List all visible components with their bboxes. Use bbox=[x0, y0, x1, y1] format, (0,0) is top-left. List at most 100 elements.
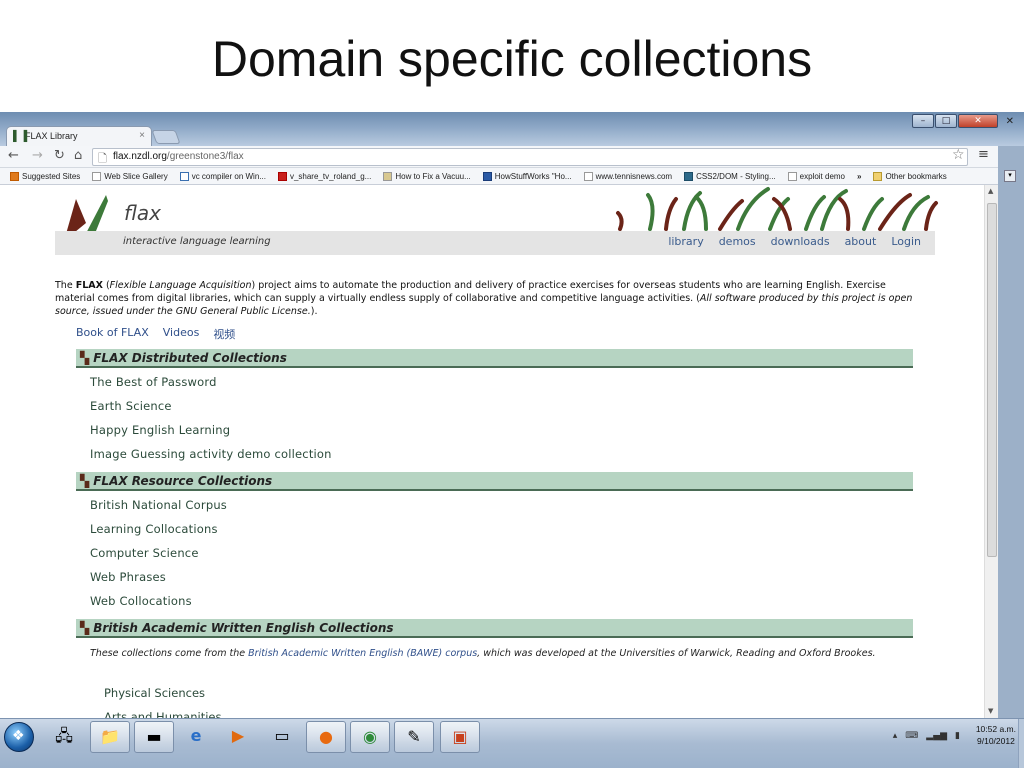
collection-link[interactable]: British National Corpus bbox=[90, 498, 227, 512]
bookmark-item[interactable]: Web Slice Gallery bbox=[92, 171, 168, 181]
menu-icon[interactable]: ≡ bbox=[978, 147, 989, 162]
start-button[interactable] bbox=[4, 722, 34, 752]
nav-login[interactable]: Login bbox=[891, 235, 921, 248]
videos-link[interactable]: Videos bbox=[163, 326, 200, 342]
slide-title: Domain specific collections bbox=[211, 31, 813, 87]
window-icon[interactable]: ▭ bbox=[262, 721, 302, 753]
tab-close-icon[interactable]: × bbox=[139, 130, 145, 141]
signal-icon[interactable]: ▂▄▆ bbox=[926, 731, 947, 741]
clock-time: 10:52 a.m. bbox=[975, 724, 1016, 734]
collection-link[interactable]: Earth Science bbox=[90, 399, 172, 413]
bookmark-label: Suggested Sites bbox=[22, 171, 81, 181]
tab-flax-library[interactable]: ▌▐ FLAX Library × bbox=[6, 126, 152, 147]
firefox-icon[interactable]: ● bbox=[306, 721, 346, 753]
bookmark-icon bbox=[10, 171, 19, 181]
collection-link[interactable]: Image Guessing activity demo collection bbox=[90, 447, 332, 461]
close-window-button[interactable]: ✕ bbox=[958, 114, 998, 128]
bookmark-label: www.tennisnews.com bbox=[595, 171, 673, 181]
tray-keyboard-icon[interactable]: ⌨ bbox=[905, 731, 918, 741]
collection-link[interactable]: Learning Collocations bbox=[90, 522, 218, 536]
system-tray: ▴ ⌨ ▂▄▆ ▮ bbox=[893, 731, 960, 741]
close-icon[interactable]: ✕ bbox=[1006, 116, 1014, 127]
bookmark-star-icon[interactable]: ☆ bbox=[952, 147, 965, 163]
bookmark-label: v_share_tv_roland_g... bbox=[289, 171, 372, 181]
battery-icon[interactable]: ▮ bbox=[955, 731, 960, 741]
flax-bullet-icon: ▚ bbox=[80, 474, 90, 488]
top-navigation: library demos downloads about Login bbox=[668, 235, 921, 248]
nav-about[interactable]: about bbox=[845, 235, 877, 248]
collection-link[interactable]: Computer Science bbox=[90, 546, 199, 560]
collection-link[interactable]: Arts and Humanities bbox=[104, 710, 221, 718]
clock[interactable]: 10:52 a.m. 9/10/2012 bbox=[976, 723, 1016, 747]
flax-favicon-icon: ▌▐ bbox=[13, 131, 28, 142]
intro-paragraph: The FLAX (Flexible Language Acquisition)… bbox=[55, 279, 915, 318]
show-desktop-button[interactable] bbox=[1018, 719, 1024, 768]
new-tab-button[interactable] bbox=[151, 130, 181, 144]
page-icon: 🗋 bbox=[98, 153, 107, 165]
bookmark-item[interactable]: www.tennisnews.com bbox=[583, 171, 673, 181]
nav-demos[interactable]: demos bbox=[719, 235, 756, 248]
intro-paren: ( bbox=[102, 280, 110, 291]
bookmark-item[interactable]: HowStuffWorks "Ho... bbox=[482, 171, 572, 181]
flax-bullet-icon: ▚ bbox=[80, 351, 90, 365]
maximize-button[interactable]: □ bbox=[935, 114, 957, 128]
section-header: ▚ FLAX Distributed Collections bbox=[76, 349, 913, 368]
page-viewport: flax interactive language learning libra… bbox=[0, 185, 996, 718]
collection-link[interactable]: Web Phrases bbox=[90, 570, 166, 584]
vertical-scrollbar[interactable]: ▲ ▼ bbox=[984, 185, 998, 718]
bookmark-item[interactable]: v_share_tv_roland_g... bbox=[277, 171, 372, 181]
address-bar[interactable]: 🗋 flax.nzdl.org/greenstone3/flax bbox=[92, 148, 968, 166]
internet-explorer-icon[interactable]: e bbox=[176, 721, 216, 753]
terminal-icon[interactable]: ▬ bbox=[134, 721, 174, 753]
bookmark-item[interactable]: CSS2/DOM - Styling... bbox=[684, 171, 776, 181]
url-path: /greenstone3/flax bbox=[166, 151, 244, 162]
bookmark-item[interactable]: Other bookmarks bbox=[873, 171, 947, 181]
scroll-down-icon[interactable]: ▼ bbox=[988, 707, 993, 715]
chrome-icon[interactable]: ◉ bbox=[350, 721, 390, 753]
reload-icon[interactable]: ↻ bbox=[54, 148, 65, 163]
scroll-up-icon[interactable]: ▲ bbox=[988, 187, 993, 195]
bookmark-label: CSS2/DOM - Styling... bbox=[696, 171, 776, 181]
presentation-icon[interactable]: ▣ bbox=[440, 721, 480, 753]
nav-downloads[interactable]: downloads bbox=[771, 235, 830, 248]
bawe-corpus-link[interactable]: British Academic Written English (BAWE) … bbox=[248, 648, 477, 659]
section-header: ▚ FLAX Resource Collections bbox=[76, 472, 913, 491]
logo-text: flax bbox=[124, 201, 162, 225]
tab-title: FLAX Library bbox=[25, 131, 78, 141]
intro-flax-full: Flexible Language Acquisition bbox=[109, 280, 252, 291]
browser-toolbar: ← → ↻ ⌂ 🗋 flax.nzdl.org/greenstone3/flax… bbox=[0, 146, 1004, 168]
header-bar: interactive language learning library de… bbox=[55, 231, 935, 255]
collection-link[interactable]: Happy English Learning bbox=[90, 423, 230, 437]
collection-link[interactable]: The Best of Password bbox=[90, 375, 217, 389]
network-icon[interactable]: 🖧 bbox=[44, 721, 84, 753]
nav-library[interactable]: library bbox=[668, 235, 703, 248]
videos-chinese-link[interactable]: 视频 bbox=[213, 326, 235, 342]
screenshot: – □ ✕ ✕ ▌▐ FLAX Library × ← → ↻ ⌂ 🗋 flax… bbox=[0, 112, 1024, 768]
flax-bullet-icon: ▚ bbox=[80, 621, 90, 635]
grass-banner-icon bbox=[616, 187, 938, 231]
site-icon bbox=[684, 171, 694, 181]
explorer-icon[interactable]: 📁 bbox=[90, 721, 130, 753]
forward-arrow-icon[interactable]: → bbox=[32, 148, 43, 163]
intro-the: The bbox=[55, 280, 76, 291]
tray-expand-icon[interactable]: ▴ bbox=[893, 731, 898, 741]
intro-end: ). bbox=[310, 306, 318, 317]
minimize-button[interactable]: – bbox=[912, 114, 934, 128]
scroll-thumb[interactable] bbox=[987, 203, 997, 557]
back-arrow-icon[interactable]: ← bbox=[8, 148, 19, 163]
more-bookmarks-chevron[interactable]: » bbox=[857, 172, 861, 181]
extension-icon[interactable]: ▾ bbox=[1004, 170, 1016, 182]
bookmark-item[interactable]: exploit demo bbox=[787, 171, 845, 181]
site-icon bbox=[482, 171, 492, 181]
bookmark-label: Web Slice Gallery bbox=[104, 171, 168, 181]
notepad-icon[interactable]: ✎ bbox=[394, 721, 434, 753]
section-title: British Academic Written English Collect… bbox=[93, 621, 394, 635]
collection-link[interactable]: Physical Sciences bbox=[104, 686, 205, 700]
media-icon[interactable]: ▶ bbox=[218, 721, 258, 753]
bookmark-item[interactable]: vc compiler on Win... bbox=[179, 171, 266, 181]
collection-link[interactable]: Web Collocations bbox=[90, 594, 192, 608]
book-of-flax-link[interactable]: Book of FLAX bbox=[76, 326, 149, 342]
bookmark-item[interactable]: Suggested Sites bbox=[10, 171, 81, 181]
bookmark-item[interactable]: How to Fix a Vacuu... bbox=[383, 171, 471, 181]
home-icon[interactable]: ⌂ bbox=[74, 148, 82, 163]
